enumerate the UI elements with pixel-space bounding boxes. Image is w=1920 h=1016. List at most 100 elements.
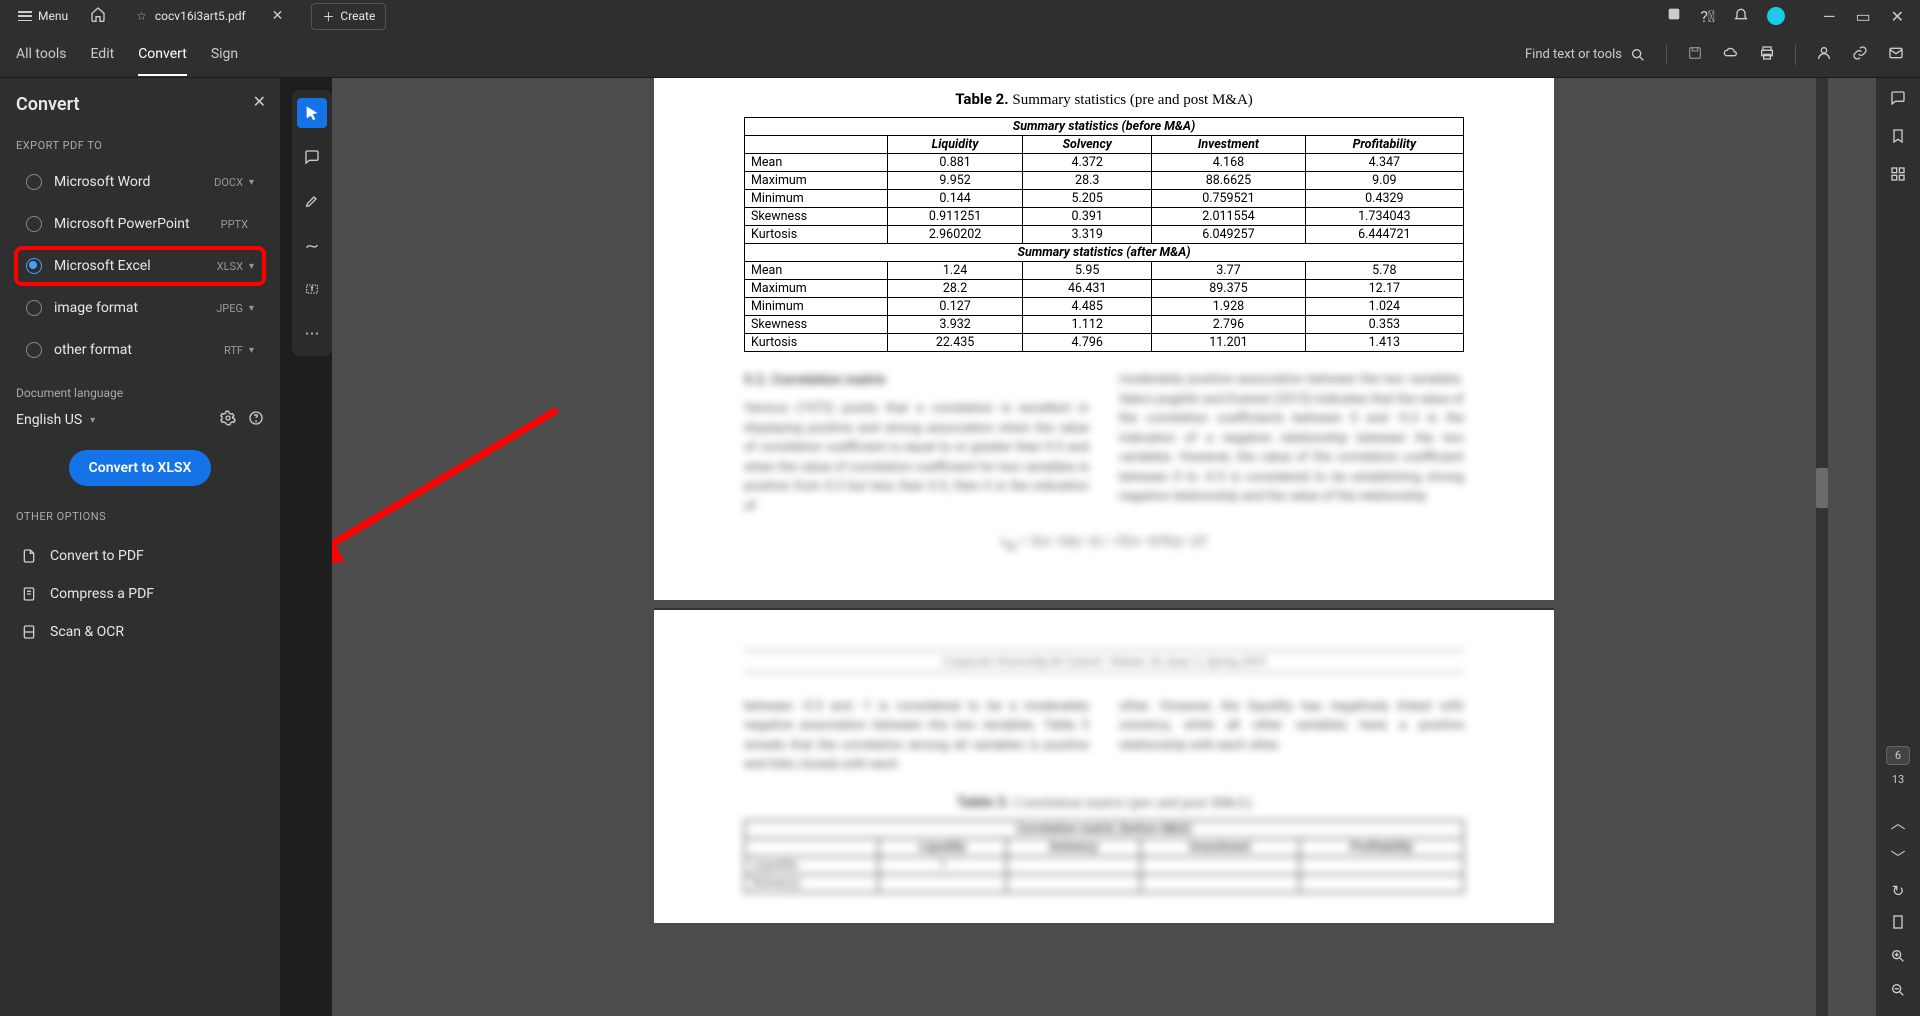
convert-button[interactable]: Convert to XLSX: [69, 450, 212, 486]
titlebar: Menu ☆ cocv16i3art5.pdf ✕ ＋ Create ?⃝ — …: [0, 0, 1920, 32]
menu-button[interactable]: Menu: [8, 5, 78, 27]
cloud-icon[interactable]: [1723, 45, 1739, 65]
opt-label: other format: [54, 342, 224, 358]
ai-icon[interactable]: [1666, 6, 1682, 26]
select-tool[interactable]: [297, 98, 327, 128]
chevron-down-icon: ▾: [249, 303, 254, 314]
page-total: 13: [1892, 773, 1904, 786]
separator: [1666, 45, 1667, 65]
more-tools[interactable]: ⋯: [297, 318, 327, 348]
doc-language-label: Document language: [16, 386, 264, 400]
minimize-button[interactable]: —: [1823, 7, 1836, 26]
save-icon[interactable]: [1687, 45, 1703, 65]
tab-all-tools[interactable]: All tools: [16, 34, 66, 76]
other-options-label: OTHER OPTIONS: [16, 510, 264, 523]
zoom-in-icon[interactable]: [1890, 948, 1906, 968]
file-tab[interactable]: ☆ cocv16i3art5.pdf ✕: [126, 2, 299, 30]
avatar[interactable]: [1767, 7, 1785, 25]
draw-tool[interactable]: [297, 230, 327, 260]
opt-format: JPEG: [216, 302, 243, 315]
share-people-icon[interactable]: [1816, 45, 1832, 65]
radio-checked: [26, 258, 42, 274]
help-icon[interactable]: ?⃝: [1700, 7, 1715, 26]
menu-label: Menu: [38, 9, 68, 23]
mail-icon[interactable]: [1888, 45, 1904, 65]
tab-sign[interactable]: Sign: [211, 34, 238, 76]
bell-icon[interactable]: [1733, 6, 1749, 26]
zoom-out-icon[interactable]: [1890, 982, 1906, 1002]
opt-format: RTF: [224, 344, 243, 357]
plus-icon: ＋: [322, 8, 334, 25]
find-text[interactable]: Find text or tools: [1525, 47, 1646, 63]
doc-language-value[interactable]: English US: [16, 412, 82, 428]
file-tab-name: cocv16i3art5.pdf: [155, 9, 246, 23]
item-label: Convert to PDF: [50, 548, 144, 564]
option-word[interactable]: Microsoft Word DOCX ▾: [16, 164, 264, 200]
summary-table: Summary statistics (before M&A)Liquidity…: [744, 117, 1464, 352]
hamburger-icon: [18, 11, 32, 21]
scrollbar[interactable]: [1816, 78, 1828, 1016]
tab-edit[interactable]: Edit: [90, 34, 114, 76]
panel-title: Convert: [16, 94, 264, 115]
convert-panel: Convert ✕ EXPORT PDF TO Microsoft Word D…: [0, 78, 280, 1016]
radio-unchecked: [26, 174, 42, 190]
highlight-tool[interactable]: [297, 186, 327, 216]
separator: [1795, 45, 1796, 65]
convert-to-pdf[interactable]: Convert to PDF: [16, 537, 264, 575]
annotation-arrow: [332, 400, 592, 580]
gear-icon[interactable]: [220, 410, 236, 430]
correlation-table: Correlation matrix (before M&A) Liquidit…: [744, 820, 1464, 893]
page-fit-icon[interactable]: [1890, 914, 1906, 934]
item-label: Scan & OCR: [50, 624, 124, 640]
scan-ocr[interactable]: Scan & OCR: [16, 613, 264, 651]
opt-label: image format: [54, 300, 216, 316]
compress-icon: [20, 585, 38, 603]
main-toolbar: All tools Edit Convert Sign Find text or…: [0, 32, 1920, 78]
help-circle-icon[interactable]: [248, 410, 264, 430]
tab-close-button[interactable]: ✕: [266, 6, 290, 26]
maximize-button[interactable]: ▭: [1855, 7, 1870, 26]
option-excel[interactable]: Microsoft Excel XLSX ▾: [16, 248, 264, 284]
bookmark-panel-icon[interactable]: [1890, 128, 1906, 148]
close-window-button[interactable]: ✕: [1891, 7, 1904, 26]
option-powerpoint[interactable]: Microsoft PowerPoint PPTX: [16, 206, 264, 242]
radio-unchecked: [26, 342, 42, 358]
chat-panel-icon[interactable]: [1890, 90, 1906, 110]
opt-label: Microsoft PowerPoint: [54, 216, 221, 232]
compress-pdf[interactable]: Compress a PDF: [16, 575, 264, 613]
page-up-button[interactable]: ︿: [1890, 812, 1905, 833]
close-panel-button[interactable]: ✕: [253, 92, 266, 111]
opt-format: DOCX: [214, 176, 243, 189]
scrollbar-thumb[interactable]: [1816, 468, 1828, 508]
page-down-button[interactable]: ﹀: [1890, 847, 1905, 868]
chevron-down-icon: ▾: [90, 415, 95, 426]
radio-unchecked: [26, 300, 42, 316]
link-icon[interactable]: [1852, 45, 1868, 65]
create-button[interactable]: ＋ Create: [311, 3, 386, 30]
create-label: Create: [340, 9, 375, 23]
print-icon[interactable]: [1759, 45, 1775, 65]
tool-rail: ⋯: [292, 90, 332, 356]
option-image[interactable]: image format JPEG ▾: [16, 290, 264, 326]
table-title: Table 2. Summary statistics (pre and pos…: [744, 90, 1464, 109]
document-viewport[interactable]: Table 2. Summary statistics (pre and pos…: [332, 78, 1876, 1016]
chevron-down-icon: ▾: [249, 177, 254, 188]
page-current[interactable]: 6: [1886, 746, 1910, 765]
rotate-icon[interactable]: ↻: [1892, 882, 1905, 900]
item-label: Compress a PDF: [50, 586, 154, 602]
opt-format: XLSX: [217, 260, 243, 273]
pdf-page: Table 2. Summary statistics (pre and pos…: [654, 78, 1554, 600]
opt-label: Microsoft Word: [54, 174, 214, 190]
tab-convert[interactable]: Convert: [138, 34, 187, 76]
right-rail: 6 13 ︿ ﹀ ↻: [1876, 78, 1920, 1016]
radio-unchecked: [26, 216, 42, 232]
export-label: EXPORT PDF TO: [16, 139, 264, 152]
home-button[interactable]: [82, 0, 114, 32]
comment-tool[interactable]: [297, 142, 327, 172]
home-icon: [90, 6, 106, 22]
thumbnails-icon[interactable]: [1890, 166, 1906, 186]
option-other[interactable]: other format RTF ▾: [16, 332, 264, 368]
search-icon: [1630, 47, 1646, 63]
text-box-tool[interactable]: [297, 274, 327, 304]
star-icon: ☆: [136, 9, 147, 23]
